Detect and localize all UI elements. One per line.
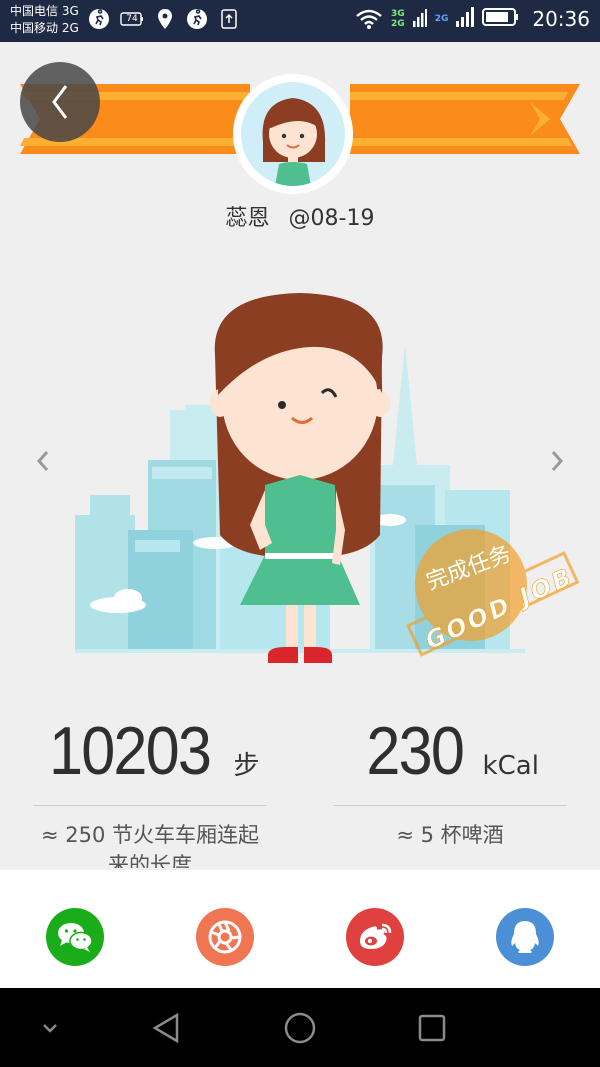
chevron-down-icon [43,1024,57,1033]
calories-value: 230 [366,713,465,789]
nav-dropdown-button[interactable] [32,1010,68,1046]
next-day-button[interactable] [542,446,572,476]
previous-day-button[interactable] [28,446,58,476]
square-recents-icon [418,1014,446,1042]
steps-stat: 10203 步 [33,712,267,790]
share-moments-button[interactable] [196,908,254,966]
location-icon [154,8,176,30]
circle-home-icon [284,1012,316,1044]
net-2g-label-a: 2G [391,19,405,29]
network-type-1: 3G 2G [391,9,405,29]
calories-divider [333,805,567,806]
share-wechat-button[interactable] [46,908,104,966]
running-icon [88,8,110,30]
upload-icon [218,8,240,30]
back-button[interactable] [20,62,100,142]
net-3g-label: 3G [391,9,405,19]
share-bar [0,870,600,988]
steps-equivalent: ≈ 250 节火车车厢连起来的长度 [40,823,260,868]
steps-value: 10203 [49,713,212,789]
qq-icon [511,921,539,953]
chevron-left-icon [36,451,49,471]
share-weibo-button[interactable] [346,908,404,966]
avatar [233,74,353,194]
notification-icons: 74 [88,8,240,30]
network-type-2: 2G [435,14,449,24]
triangle-back-icon [152,1012,179,1044]
good-job-stamp: 完成任务 GOOD JOB [403,515,583,665]
steps-divider [33,805,267,806]
status-bar: 中国电信 3G 中国移动 2G 74 3G 2G 2G 20:36 [0,0,600,42]
chevron-right-icon [551,451,564,471]
calories-unit: kCal [482,751,539,781]
user-handle: @08-19 [288,206,375,231]
aperture-icon [208,920,242,954]
calories-stat: 230 kCal [333,712,567,790]
chevron-left-icon [52,85,68,119]
battery-icon [482,7,520,31]
weibo-icon [360,923,392,949]
wechat-icon [58,923,93,952]
nav-recents-button[interactable] [414,1010,450,1046]
calories-equivalent: ≈ 5 杯啤酒 [396,823,504,847]
user-line: 蕊恩 @08-19 [0,200,600,232]
avatar-girl-icon [241,82,345,186]
signal-icon-1 [412,7,427,31]
wifi-icon [355,8,383,30]
signal-icon-2 [456,7,475,31]
running-icon-2 [186,8,208,30]
nav-back-button[interactable] [148,1010,184,1046]
nav-home-button[interactable] [282,1010,318,1046]
carrier-1: 中国电信 3G [10,4,79,18]
steps-unit: 步 [233,751,260,781]
system-indicators: 3G 2G 2G 20:36 [355,7,590,31]
system-navigation-bar [0,988,600,1067]
share-qq-button[interactable] [496,908,554,966]
battery-small-level: 74 [126,14,138,24]
clock: 20:36 [532,7,590,31]
user-name: 蕊恩 [225,206,270,231]
net-2g-label-b: 2G [434,14,449,24]
carrier-2: 中国移动 2G [10,21,79,35]
carrier-info: 中国电信 3G 中国移动 2G [10,3,79,37]
